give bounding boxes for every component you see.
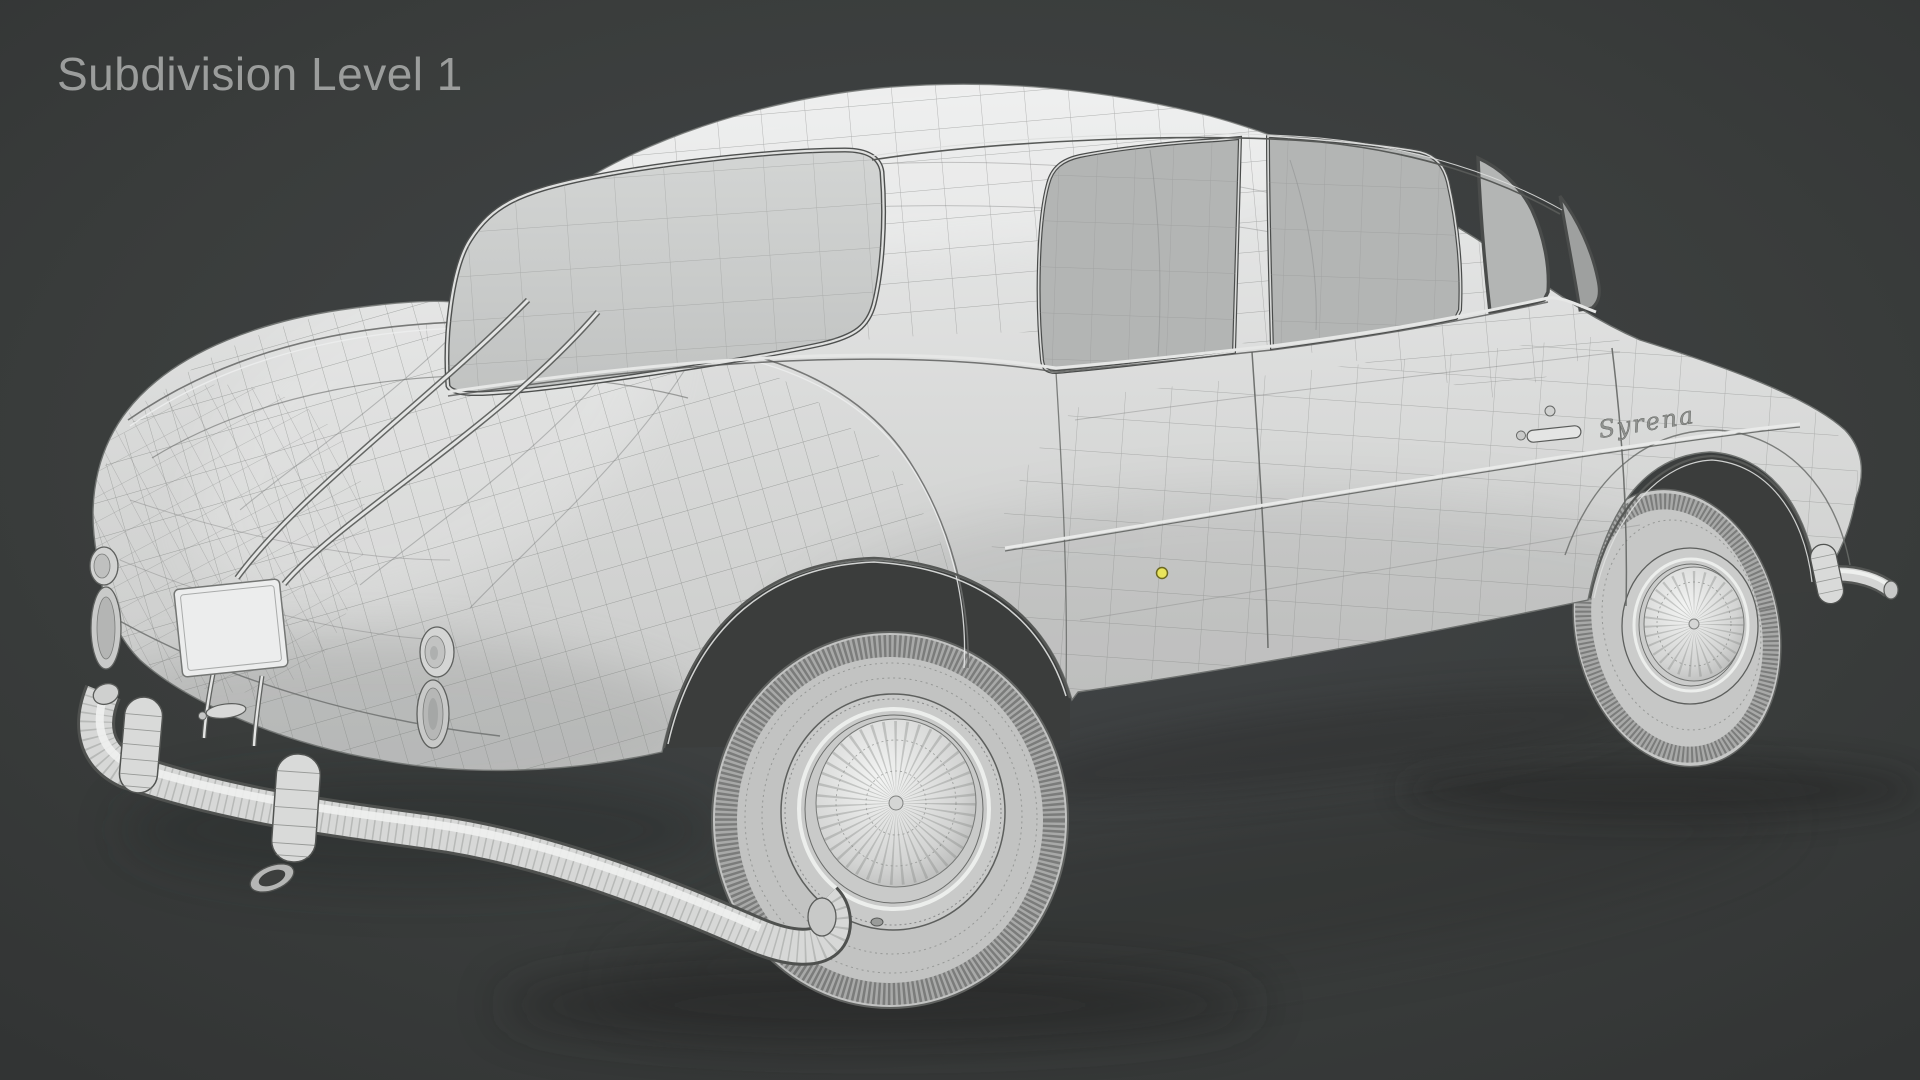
license-plate-face bbox=[173, 578, 289, 678]
rear-hub-center bbox=[888, 795, 904, 811]
render-canvas: Syrena Subdivision Level 1 bbox=[0, 0, 1920, 1080]
front-bumper-cap bbox=[1883, 580, 1899, 600]
viewport: Syrena Subdivision Level 1 bbox=[0, 0, 1920, 1080]
bumper-overrider-left bbox=[118, 696, 164, 794]
subdivision-label: Subdivision Level 1 bbox=[57, 48, 463, 100]
door-lock-knob bbox=[1544, 405, 1556, 417]
front-wheel-face bbox=[1621, 547, 1759, 705]
tail-oval-left-inner bbox=[96, 596, 116, 660]
door-handle-escutcheon bbox=[1515, 430, 1526, 441]
bumper-overrider-right bbox=[270, 753, 322, 863]
tail-light-left bbox=[89, 546, 122, 670]
rear-valve-stem bbox=[870, 917, 884, 927]
shadow-front-wheel bbox=[1400, 760, 1920, 820]
bumper-end-cap bbox=[807, 897, 837, 937]
origin-point-marker bbox=[1155, 566, 1169, 580]
front-hub-center bbox=[1688, 618, 1700, 630]
quarter-window-trim bbox=[1037, 137, 1241, 373]
tail-oval-right-core bbox=[428, 698, 438, 730]
license-plate bbox=[173, 578, 289, 678]
boot-handle-nub bbox=[197, 711, 207, 721]
tail-cone-left-inner bbox=[93, 553, 111, 579]
door-window-trim bbox=[1267, 135, 1462, 349]
tail-cone-right-tip bbox=[430, 646, 438, 660]
